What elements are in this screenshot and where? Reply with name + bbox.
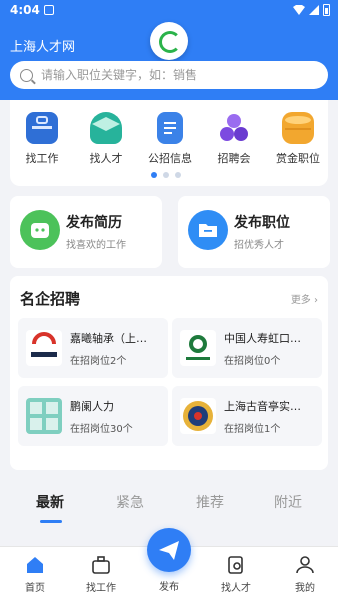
search-doc-icon bbox=[226, 555, 246, 575]
pager-dot[interactable] bbox=[151, 172, 157, 178]
section-title: 名企招聘 bbox=[20, 290, 81, 308]
home-icon bbox=[25, 555, 45, 575]
company-card[interactable]: 中国人寿虹口… 在招岗位0个 bbox=[172, 318, 322, 378]
company-jobs: 在招岗位2个 bbox=[70, 356, 127, 367]
user-icon bbox=[295, 555, 315, 575]
city-title[interactable]: 上海人才网 bbox=[10, 36, 75, 55]
resume-icon bbox=[20, 210, 60, 250]
jiaxi-logo bbox=[26, 330, 62, 366]
coin-stack-icon bbox=[282, 112, 314, 144]
publish-job-title: 发布职位 bbox=[234, 215, 290, 231]
search-icon bbox=[20, 68, 33, 82]
wifi-icon bbox=[293, 5, 305, 15]
company-name: 上海古音亭实… bbox=[224, 400, 301, 413]
category-public-recruit[interactable]: 公招信息 bbox=[140, 112, 200, 166]
category-label: 公招信息 bbox=[148, 152, 192, 165]
search-input[interactable] bbox=[41, 68, 301, 82]
company-card[interactable]: 鹏阑人力 在招岗位30个 bbox=[18, 386, 168, 446]
tab-recommended[interactable]: 推荐 bbox=[196, 492, 224, 512]
nav-label: 我的 bbox=[295, 583, 315, 594]
company-card[interactable]: 嘉曦轴承（上… 在招岗位2个 bbox=[18, 318, 168, 378]
pager-dot[interactable] bbox=[175, 172, 181, 178]
category-find-job[interactable]: 找工作 bbox=[12, 112, 72, 166]
status-time: 4:04 bbox=[10, 3, 40, 17]
famous-companies-section: 名企招聘 更多 › 嘉曦轴承（上… 在招岗位2个 中国人寿虹口… 在招岗位0个 … bbox=[10, 276, 328, 470]
nav-label: 发布 bbox=[159, 582, 179, 593]
company-jobs: 在招岗位30个 bbox=[70, 424, 133, 435]
nav-profile[interactable]: 我的 bbox=[280, 555, 330, 594]
guyinting-logo bbox=[180, 398, 216, 434]
more-link[interactable]: 更多 › bbox=[291, 291, 318, 306]
nav-home[interactable]: 首页 bbox=[10, 555, 60, 594]
notification-icon bbox=[44, 5, 54, 15]
status-icons bbox=[293, 4, 330, 16]
category-find-talent[interactable]: 找人才 bbox=[76, 112, 136, 166]
china-life-logo bbox=[180, 330, 216, 366]
company-name: 中国人寿虹口… bbox=[224, 332, 301, 345]
signal-icon bbox=[309, 5, 319, 15]
briefcase-icon bbox=[26, 112, 58, 144]
company-name: 鹏阑人力 bbox=[70, 400, 114, 413]
nav-label: 找工作 bbox=[86, 583, 116, 594]
pager-dot[interactable] bbox=[163, 172, 169, 178]
category-panel: 找工作 找人才 公招信息 招聘会 赏金职位 bbox=[10, 100, 328, 186]
category-label: 赏金职位 bbox=[276, 152, 320, 165]
tab-nearby[interactable]: 附近 bbox=[274, 492, 302, 512]
nav-find-job[interactable]: 找工作 bbox=[76, 555, 126, 594]
people-icon bbox=[218, 112, 250, 144]
tab-latest[interactable]: 最新 bbox=[36, 492, 64, 512]
penglan-logo bbox=[26, 398, 62, 434]
publish-job-subtitle: 招优秀人才 bbox=[234, 240, 284, 251]
category-label: 招聘会 bbox=[217, 152, 251, 165]
company-name: 嘉曦轴承（上… bbox=[70, 332, 147, 345]
nav-label: 找人才 bbox=[221, 583, 251, 594]
pager-dots[interactable] bbox=[151, 172, 181, 178]
category-bounty-job[interactable]: 赏金职位 bbox=[268, 112, 328, 166]
nav-label: 首页 bbox=[25, 583, 45, 594]
more-label: 更多 bbox=[290, 295, 311, 306]
battery-icon bbox=[323, 4, 330, 16]
publish-resume-subtitle: 找喜欢的工作 bbox=[66, 240, 126, 251]
publish-resume-title: 发布简历 bbox=[66, 215, 122, 231]
company-jobs: 在招岗位1个 bbox=[224, 424, 281, 435]
publish-fab-button[interactable] bbox=[147, 528, 191, 572]
category-label: 找工作 bbox=[25, 152, 59, 165]
tab-urgent[interactable]: 紧急 bbox=[116, 492, 144, 512]
document-icon bbox=[157, 112, 183, 144]
app-header: 4:04 上海人才网 bbox=[0, 0, 338, 100]
category-job-fair[interactable]: 招聘会 bbox=[204, 112, 264, 166]
app-logo-icon bbox=[150, 22, 188, 60]
folder-icon bbox=[188, 210, 228, 250]
send-icon bbox=[159, 541, 179, 560]
nav-find-talent[interactable]: 找人才 bbox=[211, 555, 261, 594]
status-bar: 4:04 bbox=[0, 0, 338, 22]
search-bar[interactable] bbox=[10, 61, 328, 89]
graduation-cap-icon bbox=[90, 112, 122, 144]
category-label: 找人才 bbox=[89, 152, 123, 165]
briefcase-icon bbox=[91, 555, 111, 575]
company-jobs: 在招岗位0个 bbox=[224, 356, 281, 367]
company-card[interactable]: 上海古音亭实… 在招岗位1个 bbox=[172, 386, 322, 446]
tab-underline bbox=[40, 520, 62, 523]
publish-job-card[interactable]: 发布职位 招优秀人才 bbox=[178, 196, 330, 268]
publish-resume-card[interactable]: 发布简历 找喜欢的工作 bbox=[10, 196, 162, 268]
